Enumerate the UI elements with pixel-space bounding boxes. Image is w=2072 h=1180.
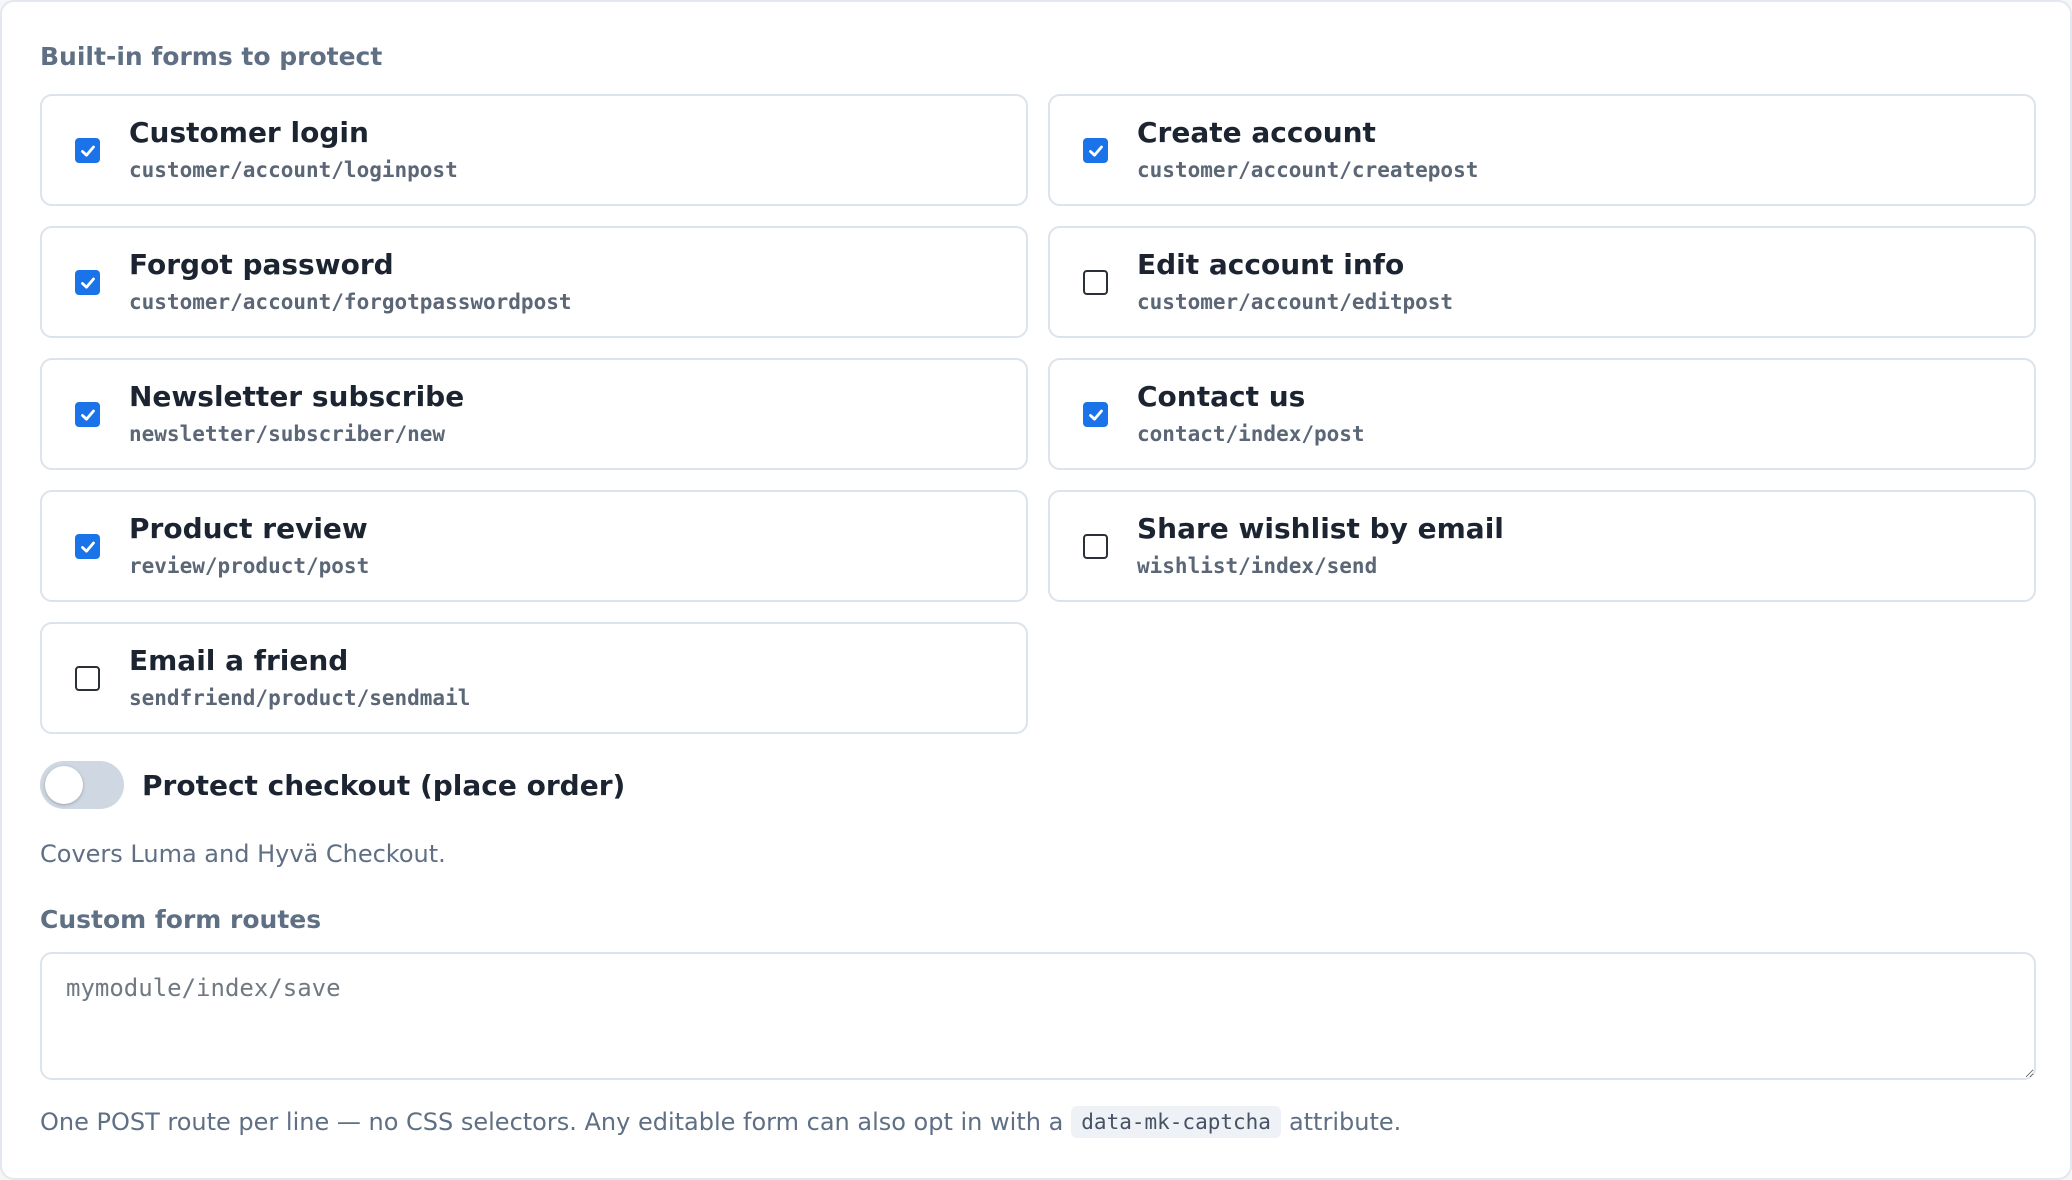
form-label: Create account (1137, 116, 1376, 149)
form-label: Contact us (1137, 380, 1306, 413)
check-icon (1088, 145, 1103, 157)
form-label: Customer login (129, 116, 369, 149)
form-label: Forgot password (129, 248, 394, 281)
checkout-toggle-label: Protect checkout (place order) (142, 768, 626, 802)
check-icon (80, 277, 95, 289)
checkbox[interactable] (1083, 138, 1108, 163)
builtin-forms-heading: Built-in forms to protect (40, 42, 383, 71)
form-card-newsletter-subscribe[interactable]: Newsletter subscribe newsletter/subscrib… (40, 358, 1028, 470)
form-route: customer/account/editpost (1137, 290, 1454, 314)
form-card-contact-us[interactable]: Contact us contact/index/post (1048, 358, 2036, 470)
form-label: Newsletter subscribe (129, 380, 465, 413)
attribute-code-chip: data-mk-captcha (1071, 1106, 1281, 1138)
toggle-knob (45, 766, 83, 804)
form-card-create-account[interactable]: Create account customer/account/createpo… (1048, 94, 2036, 206)
custom-routes-textarea[interactable] (40, 952, 2036, 1080)
form-card-product-review[interactable]: Product review review/product/post (40, 490, 1028, 602)
checkout-toggle-row: Protect checkout (place order) (40, 760, 625, 810)
checkout-hint: Covers Luma and Hyvä Checkout. (40, 840, 446, 868)
form-card-email-a-friend[interactable]: Email a friend sendfriend/product/sendma… (40, 622, 1028, 734)
checkbox[interactable] (1083, 270, 1108, 295)
check-icon (80, 541, 95, 553)
hint-text-before: One POST route per line — no CSS selecto… (40, 1108, 1064, 1136)
custom-routes-heading: Custom form routes (40, 905, 322, 934)
form-card-forgot-password[interactable]: Forgot password customer/account/forgotp… (40, 226, 1028, 338)
form-route: customer/account/createpost (1137, 158, 1479, 182)
checkbox[interactable] (75, 534, 100, 559)
checkbox[interactable] (75, 402, 100, 427)
checkbox[interactable] (75, 270, 100, 295)
builtin-forms-grid: Customer login customer/account/loginpos… (40, 94, 2036, 734)
hint-text-after: attribute. (1288, 1108, 1402, 1136)
checkbox[interactable] (75, 138, 100, 163)
form-label: Share wishlist by email (1137, 512, 1504, 545)
checkout-toggle[interactable] (40, 761, 124, 809)
check-icon (80, 409, 95, 421)
form-card-share-wishlist[interactable]: Share wishlist by email wishlist/index/s… (1048, 490, 2036, 602)
form-route: review/product/post (129, 554, 370, 578)
form-label: Edit account info (1137, 248, 1405, 281)
checkbox[interactable] (1083, 402, 1108, 427)
form-route: newsletter/subscriber/new (129, 422, 446, 446)
checkbox[interactable] (1083, 534, 1108, 559)
custom-routes-hint: One POST route per line — no CSS selecto… (40, 1106, 1401, 1138)
form-route: customer/account/forgotpasswordpost (129, 290, 572, 314)
form-label: Product review (129, 512, 368, 545)
captcha-settings-panel: Built-in forms to protect Customer login… (0, 0, 2072, 1180)
check-icon (1088, 409, 1103, 421)
form-route: contact/index/post (1137, 422, 1365, 446)
checkbox[interactable] (75, 666, 100, 691)
form-label: Email a friend (129, 644, 349, 677)
check-icon (80, 145, 95, 157)
form-route: sendfriend/product/sendmail (129, 686, 471, 710)
form-route: customer/account/loginpost (129, 158, 458, 182)
form-route: wishlist/index/send (1137, 554, 1378, 578)
form-card-edit-account-info[interactable]: Edit account info customer/account/editp… (1048, 226, 2036, 338)
form-card-customer-login[interactable]: Customer login customer/account/loginpos… (40, 94, 1028, 206)
